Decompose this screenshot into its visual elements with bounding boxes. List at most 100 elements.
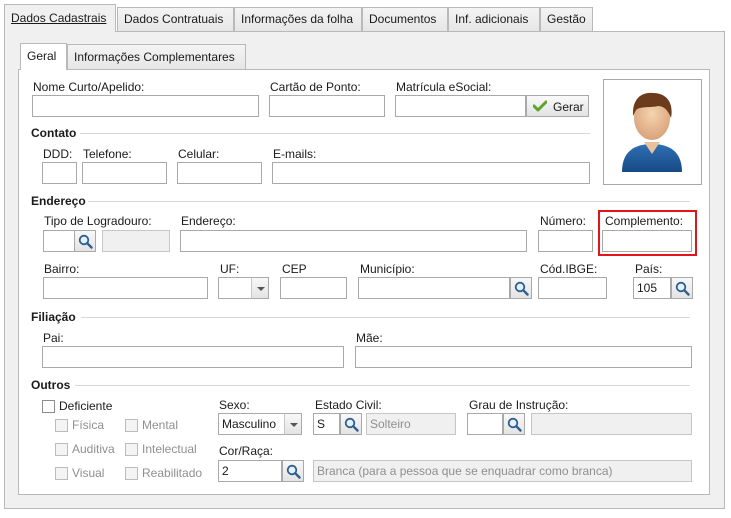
search-icon (507, 417, 522, 432)
tipo-logradouro-label: Tipo de Logradouro: (44, 214, 152, 228)
chevron-down-icon[interactable] (284, 413, 302, 435)
subtab-informacoes-complementares[interactable]: Informações Complementares (67, 44, 246, 69)
tab-dados-cadastrais[interactable]: Dados Cadastrais (4, 4, 116, 32)
nome-curto-input[interactable] (32, 95, 259, 117)
tab-label: Informações da folha (241, 12, 354, 26)
tab-label: Inf. adicionais (455, 12, 529, 26)
grau-instrucao-code-input[interactable] (467, 413, 503, 435)
deficiente-label: Deficiente (59, 399, 113, 413)
intelectual-label: Intelectual (142, 442, 197, 456)
tab-informacoes-folha[interactable]: Informações da folha (234, 7, 362, 31)
sexo-label: Sexo: (219, 398, 250, 412)
numero-label: Número: (540, 214, 587, 228)
pais-lookup-button[interactable] (671, 277, 693, 299)
tab-label: Dados Contratuais (124, 12, 224, 26)
telefone-label: Telefone: (83, 147, 132, 161)
uf-label: UF: (220, 262, 240, 276)
search-icon (344, 417, 359, 432)
subtab-label: Geral (27, 49, 57, 63)
pais-input[interactable]: 105 (633, 277, 671, 299)
celular-label: Celular: (178, 147, 220, 161)
contato-section-title: Contato (31, 126, 77, 140)
tab-gestao[interactable]: Gestão (540, 7, 593, 31)
subtab-label: Informações Complementares (74, 50, 235, 64)
cod-ibge-label: Cód.IBGE: (540, 262, 598, 276)
tab-documentos[interactable]: Documentos (362, 7, 448, 31)
cep-label: CEP (282, 262, 307, 276)
endereco-divider (88, 201, 690, 202)
gerar-label: Gerar (553, 100, 584, 114)
subtab-geral[interactable]: Geral (20, 43, 67, 70)
nome-curto-label: Nome Curto/Apelido: (33, 80, 145, 94)
deficiente-checkbox[interactable] (42, 400, 55, 413)
cod-ibge-input[interactable] (538, 277, 607, 299)
reabilitado-checkbox[interactable] (125, 467, 138, 480)
matricula-esocial-label: Matrícula eSocial: (396, 80, 492, 94)
estado-civil-desc: Solteiro (366, 413, 456, 435)
pais-label: País: (635, 262, 663, 276)
cor-raca-code-input[interactable]: 2 (218, 460, 282, 482)
user-avatar-icon (622, 92, 682, 172)
intelectual-checkbox[interactable] (125, 443, 138, 456)
cor-raca-lookup-button[interactable] (282, 460, 304, 482)
cep-input[interactable] (280, 277, 347, 299)
bairro-label: Bairro: (44, 262, 80, 276)
visual-label: Visual (72, 466, 105, 480)
municipio-label: Município: (360, 262, 415, 276)
grau-instrucao-label: Grau de Instrução: (469, 398, 569, 412)
employee-photo[interactable] (603, 79, 702, 185)
filiacao-section-title: Filiação (31, 310, 76, 324)
fisica-checkbox[interactable] (55, 419, 68, 432)
emails-label: E-mails: (273, 147, 317, 161)
tab-label: Dados Cadastrais (11, 11, 107, 25)
cor-raca-desc: Branca (para a pessoa que se enquadrar c… (313, 460, 692, 482)
auditiva-checkbox[interactable] (55, 443, 68, 456)
mental-label: Mental (142, 418, 179, 432)
cartao-ponto-input[interactable] (269, 95, 385, 117)
estado-civil-lookup-button[interactable] (340, 413, 362, 435)
outros-divider (75, 385, 690, 386)
check-icon (533, 100, 547, 112)
celular-input[interactable] (177, 162, 262, 184)
chevron-down-icon[interactable] (251, 277, 269, 299)
search-icon (78, 234, 93, 249)
ddd-label: DDD: (43, 147, 73, 161)
estado-civil-code-input[interactable]: S (313, 413, 340, 435)
search-icon (286, 464, 301, 479)
tipo-logradouro-input[interactable] (43, 230, 75, 252)
contato-divider (80, 133, 590, 134)
numero-input[interactable] (538, 230, 593, 252)
gerar-button[interactable]: Gerar (526, 95, 589, 117)
tab-dados-contratuais[interactable]: Dados Contratuais (117, 7, 234, 31)
pai-label: Pai: (43, 331, 64, 345)
tipo-logradouro-desc (102, 230, 170, 252)
emails-input[interactable] (272, 162, 590, 184)
mae-label: Mãe: (356, 331, 383, 345)
tab-inf-adicionais[interactable]: Inf. adicionais (448, 7, 540, 31)
reabilitado-label: Reabilitado (142, 466, 203, 480)
matricula-esocial-input[interactable] (395, 95, 526, 117)
municipio-input[interactable] (358, 277, 510, 299)
endereco-section-title: Endereço (31, 194, 86, 208)
ddd-input[interactable] (42, 162, 77, 184)
mae-input[interactable] (355, 346, 692, 368)
auditiva-label: Auditiva (72, 442, 115, 456)
bairro-input[interactable] (43, 277, 208, 299)
tab-label: Gestão (547, 12, 586, 26)
fisica-label: Física (72, 418, 105, 432)
grau-instrucao-lookup-button[interactable] (503, 413, 525, 435)
filiacao-divider (81, 317, 690, 318)
visual-checkbox[interactable] (55, 467, 68, 480)
cartao-ponto-label: Cartão de Ponto: (270, 80, 361, 94)
outros-section-title: Outros (31, 378, 71, 392)
telefone-input[interactable] (82, 162, 167, 184)
pai-input[interactable] (42, 346, 344, 368)
mental-checkbox[interactable] (125, 419, 138, 432)
endereco-label: Endereço: (181, 214, 236, 228)
search-icon (675, 281, 690, 296)
search-icon (514, 281, 529, 296)
endereco-input[interactable] (180, 230, 527, 252)
tipo-logradouro-lookup-button[interactable] (74, 230, 96, 252)
municipio-lookup-button[interactable] (510, 277, 532, 299)
grau-instrucao-desc (531, 413, 692, 435)
